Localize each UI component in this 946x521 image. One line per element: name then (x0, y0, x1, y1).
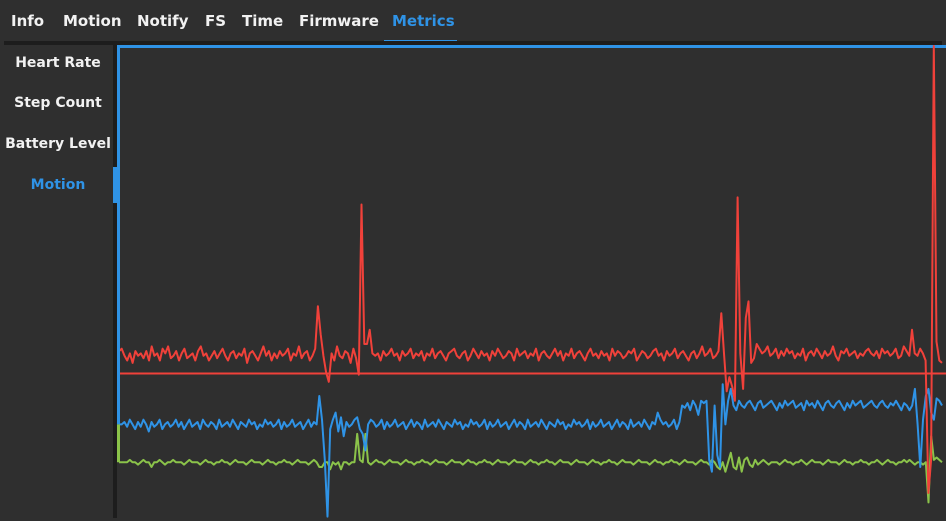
motion-chart (117, 45, 946, 518)
tab-metrics[interactable]: Metrics (392, 12, 455, 30)
top-tab-bar: Info Motion Notify FS Time Firmware Metr… (0, 0, 946, 44)
tab-motion[interactable]: Motion (63, 12, 122, 30)
sidebar-item-motion[interactable]: Motion (0, 177, 116, 193)
tab-fs[interactable]: FS (205, 12, 226, 30)
tab-firmware[interactable]: Firmware (299, 12, 379, 30)
sidebar-item-battery-level[interactable]: Battery Level (0, 136, 116, 152)
tab-info[interactable]: Info (11, 12, 44, 30)
sidebar-item-step-count[interactable]: Step Count (0, 95, 116, 111)
series-line-y (119, 383, 943, 518)
series-line-z (119, 432, 943, 504)
tab-time[interactable]: Time (242, 12, 283, 30)
sidebar-item-heart-rate[interactable]: Heart Rate (0, 55, 116, 71)
tab-notify[interactable]: Notify (137, 12, 188, 30)
